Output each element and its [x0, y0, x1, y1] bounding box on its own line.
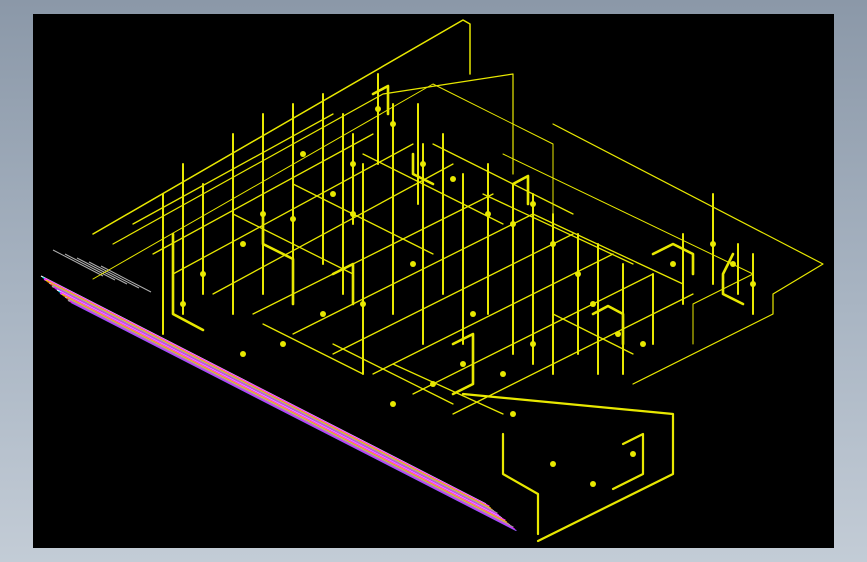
pipe-fitting: [640, 341, 646, 347]
iso-run: [362, 153, 504, 225]
iso-run: [332, 343, 454, 405]
pipe-fitting: [330, 191, 336, 197]
upper-run: [112, 73, 514, 245]
pipe-fitting: [550, 461, 556, 467]
bundle-pipe: [71, 302, 517, 532]
iso-run: [292, 213, 534, 335]
pipe-fitting: [630, 451, 636, 457]
pipe-fitting: [200, 271, 206, 277]
pipe-fitting: [590, 481, 596, 487]
pipe-bend: [651, 242, 695, 276]
right-inner: [502, 153, 754, 345]
pipe-fitting: [590, 301, 596, 307]
pipe-fitting: [280, 341, 286, 347]
pipe-fitting: [240, 351, 246, 357]
pipe-fitting: [575, 271, 581, 277]
pipe-fitting: [240, 241, 246, 247]
bundle-header: [76, 257, 128, 285]
pipe-fitting: [360, 301, 366, 307]
pipe-fitting: [320, 311, 326, 317]
pipe-fitting: [615, 331, 621, 337]
pipe-fitting: [500, 371, 506, 377]
iso-run: [252, 193, 494, 315]
pipe-fitting: [485, 211, 491, 217]
iso-run: [262, 323, 364, 375]
pipe-fitting: [180, 301, 186, 307]
iso-run: [482, 193, 634, 265]
pipe-fitting: [510, 221, 516, 227]
lower-drop: [501, 432, 540, 536]
cad-viewport[interactable]: [33, 14, 834, 548]
main-riser: [92, 19, 471, 235]
pipe-fitting: [430, 381, 436, 387]
bundle-header: [88, 261, 140, 289]
pipe-fitting: [450, 176, 456, 182]
pipe-fitting: [530, 201, 536, 207]
pipe-fitting: [290, 216, 296, 222]
pipe-fitting: [750, 281, 756, 287]
pipe-fitting: [350, 161, 356, 167]
right-boundary: [552, 123, 824, 385]
iso-run: [392, 363, 504, 415]
pipe-fitting: [410, 261, 416, 267]
pipe-bundle: [40, 249, 517, 532]
pipe-fitting: [260, 211, 266, 217]
bundle-header: [52, 249, 104, 277]
pipe-fitting: [510, 411, 516, 417]
pipe-fitting: [350, 211, 356, 217]
bundle-header: [64, 253, 116, 281]
pipe-fitting: [530, 341, 536, 347]
pipe-fittings: [180, 106, 756, 487]
pipe-fitting: [390, 401, 396, 407]
pipe-fitting: [710, 241, 716, 247]
pipe-fitting: [300, 151, 306, 157]
pipe-network: [92, 19, 824, 543]
piping-drawing: [40, 19, 824, 543]
lower-bend: [611, 432, 645, 491]
pipe-fitting: [420, 161, 426, 167]
pipe-fitting: [390, 121, 396, 127]
pipe-fitting: [470, 311, 476, 317]
pipe-fitting: [460, 361, 466, 367]
pipe-fitting: [375, 106, 381, 112]
pipe-fitting: [730, 261, 736, 267]
pipe-fitting: [550, 241, 556, 247]
iso-run: [332, 233, 574, 355]
pipe-bend: [171, 232, 205, 332]
pipe-fitting: [670, 261, 676, 267]
